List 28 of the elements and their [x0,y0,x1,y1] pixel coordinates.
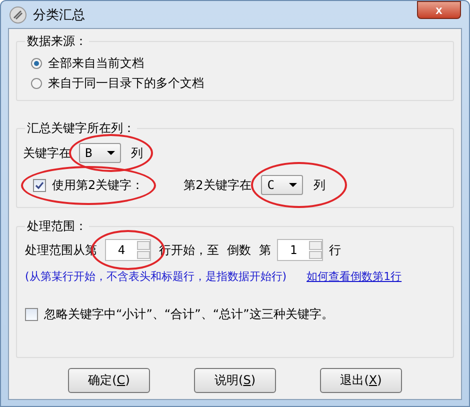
checkbox-label[interactable]: 使用第2关键字： [52,176,144,194]
number-spinner[interactable]: 4 [105,239,151,261]
app-icon [9,6,27,24]
dialog-button[interactable]: 退出(X) [320,368,402,393]
radio-label[interactable]: 全部来自当前文档 [48,54,144,72]
help-link[interactable]: 如何查看倒数第1行 [306,269,402,284]
group-label: 处理范围： [25,218,89,234]
radio-label[interactable]: 来自于同一目录下的多个文档 [48,74,204,92]
column-dropdown[interactable]: C [261,175,304,195]
unit-label: 列 [313,176,326,194]
group-label: 汇总关键字所在列： [25,120,137,136]
unit-label: 行 [329,242,341,258]
radio-button[interactable] [31,58,42,68]
dialog-button[interactable]: 确定(C) [68,368,150,393]
radio-button[interactable] [31,78,42,88]
field-label: 倒数 [227,242,251,258]
number-spinner[interactable]: 1 [277,239,323,261]
unit-label: 列 [131,144,143,162]
field-label: 第2关键字在 [184,176,252,194]
checkbox[interactable] [25,308,38,321]
group-label: 数据来源： [25,33,89,49]
window-title: 分类汇总 [33,6,85,24]
checkbox[interactable] [33,178,46,192]
column-dropdown[interactable]: B [79,143,121,163]
field-label: 第 [259,242,271,258]
hint-text: (从第某行开始，不含表头和标题行，是指数据开始行) [25,269,287,284]
dialog-button[interactable]: 说明(S) [194,368,276,393]
checkbox-label[interactable]: 忽略关键字中“小计”、“合计”、“总计”这三种关键字。 [44,306,334,323]
